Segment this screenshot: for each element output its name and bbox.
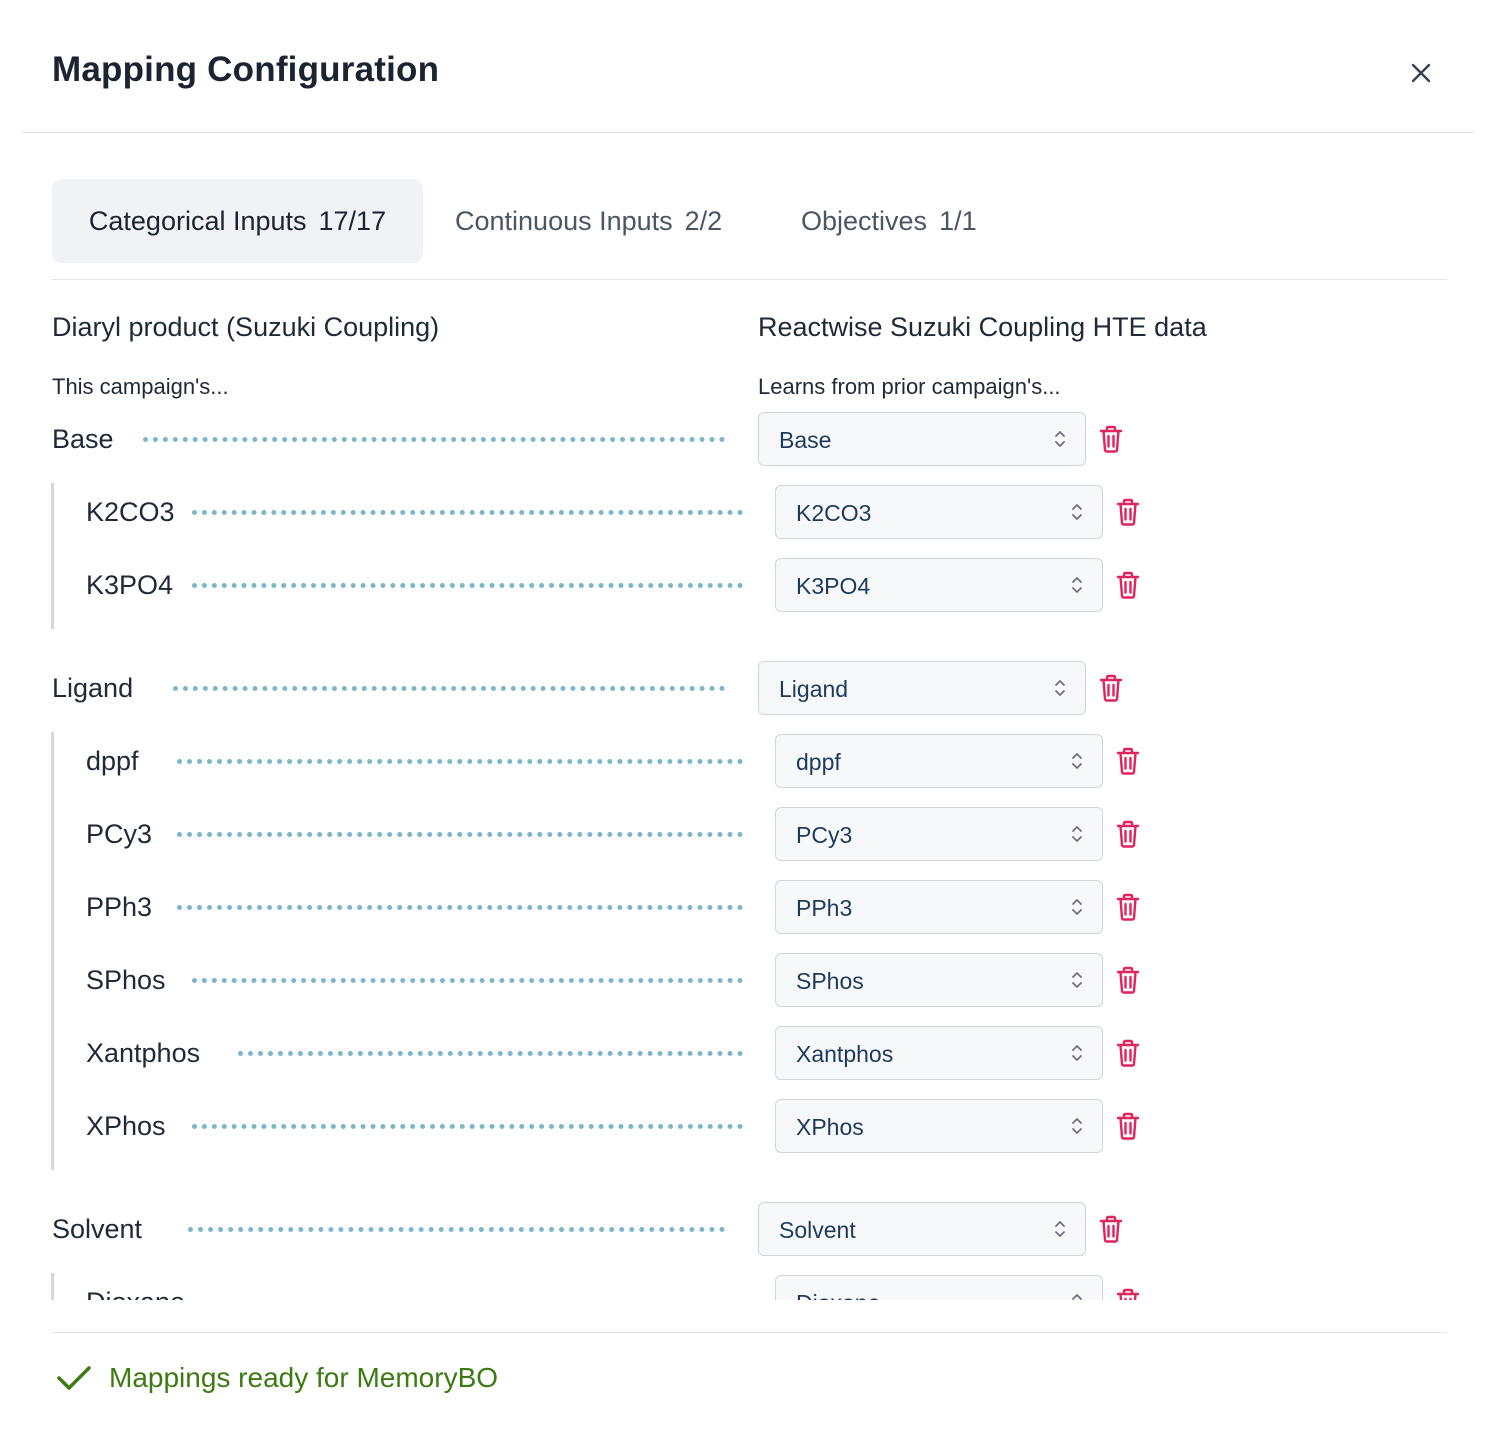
item-dppf-label: dppf	[86, 746, 139, 776]
item-dioxane-label: Dioxane	[86, 1284, 185, 1300]
source-campaign-subtitle: This campaign's...	[52, 374, 229, 399]
group-ligand-label: Ligand	[52, 673, 134, 703]
chevron-up-down-icon	[1070, 968, 1084, 992]
trash-icon[interactable]	[1115, 1112, 1141, 1140]
tab-bar: Categorical Inputs 17/17 Continuous Input…	[52, 179, 1447, 280]
item-k2co3-label: K2CO3	[86, 497, 175, 527]
mapping-connector	[188, 1227, 725, 1232]
mapping-connector	[176, 759, 743, 764]
check-icon	[57, 1366, 91, 1390]
trash-icon[interactable]	[1115, 966, 1141, 994]
trash-icon[interactable]	[1098, 674, 1124, 702]
trash-icon[interactable]	[1098, 425, 1124, 453]
item-pcy3-select[interactable]: PCy3	[775, 807, 1103, 861]
mapping-connector	[176, 832, 743, 837]
group-solvent-indent-bar	[51, 1273, 54, 1300]
item-xphos-label: XPhos	[86, 1111, 166, 1141]
group-solvent-select[interactable]: Solvent	[758, 1202, 1086, 1256]
item-dioxane-select[interactable]: Dioxane	[775, 1275, 1103, 1300]
item-pph3-select[interactable]: PPh3	[775, 880, 1103, 934]
item-sphos-select[interactable]: SPhos	[775, 953, 1103, 1007]
tab-label: Objectives	[801, 206, 928, 236]
status-text: Mappings ready for MemoryBO	[109, 1362, 499, 1393]
chevron-up-down-icon	[1070, 1290, 1084, 1300]
select-value: Ligand	[779, 676, 849, 702]
mapping-connector	[192, 583, 743, 588]
trash-icon[interactable]	[1115, 893, 1141, 921]
group-base-select[interactable]: Base	[758, 412, 1086, 466]
tab-count: 17/17	[318, 206, 387, 236]
item-xphos-select[interactable]: XPhos	[775, 1099, 1103, 1153]
select-value: SPhos	[796, 968, 864, 994]
group-base-label: Base	[52, 424, 114, 454]
footer-divider	[52, 1332, 1447, 1333]
mapping-connector	[192, 978, 743, 983]
chevron-up-down-icon	[1070, 1114, 1084, 1138]
trash-icon[interactable]	[1115, 571, 1141, 599]
item-xantphos-label: Xantphos	[86, 1038, 201, 1068]
dialog-title: Mapping Configuration	[52, 50, 440, 89]
trash-icon[interactable]	[1115, 498, 1141, 526]
mapping-list[interactable]: Base Base K2CO3 K2CO3 K3PO4 K3PO4 Ligand Ligand…	[0, 400, 1500, 1300]
target-campaign-title: Reactwise Suzuki Coupling HTE data	[758, 312, 1207, 342]
select-value: PCy3	[796, 822, 853, 848]
mapping-connector	[237, 1051, 743, 1056]
item-k2co3-select[interactable]: K2CO3	[775, 485, 1103, 539]
chevron-up-down-icon	[1070, 895, 1084, 919]
trash-icon[interactable]	[1115, 747, 1141, 775]
item-pph3-label: PPh3	[86, 892, 153, 922]
item-pcy3-label: PCy3	[86, 819, 153, 849]
select-value: Solvent	[779, 1217, 856, 1243]
mapping-connector	[192, 1124, 743, 1129]
chevron-up-down-icon	[1070, 573, 1084, 597]
group-solvent-label: Solvent	[52, 1214, 143, 1244]
tab-count: 2/2	[684, 206, 723, 236]
status-message: Mappings ready for MemoryBO	[55, 1358, 498, 1398]
select-value: PPh3	[796, 895, 853, 921]
mapping-connector	[176, 905, 743, 910]
tab-count: 1/1	[939, 206, 977, 236]
tab-label: Continuous Inputs	[455, 206, 673, 236]
trash-icon[interactable]	[1115, 1288, 1141, 1300]
group-ligand-indent-bar	[51, 732, 54, 1170]
mapping-connector	[142, 437, 725, 442]
select-value: Xantphos	[796, 1041, 894, 1067]
chevron-up-down-icon	[1070, 749, 1084, 773]
item-sphos-label: SPhos	[86, 965, 166, 995]
group-base-indent-bar	[51, 483, 54, 629]
source-campaign-title: Diaryl product (Suzuki Coupling)	[52, 312, 440, 342]
close-icon[interactable]	[1404, 56, 1438, 90]
item-dppf-select[interactable]: dppf	[775, 734, 1103, 788]
trash-icon[interactable]	[1115, 1039, 1141, 1067]
dialog-header: Mapping Configuration	[22, 0, 1474, 133]
group-ligand-select[interactable]: Ligand	[758, 661, 1086, 715]
item-k3po4-select[interactable]: K3PO4	[775, 558, 1103, 612]
tab-objectives[interactable]: Objectives 1/1	[801, 179, 977, 263]
mapping-connector	[192, 510, 743, 515]
mapping-connector	[173, 686, 725, 691]
chevron-up-down-icon	[1070, 500, 1084, 524]
tab-label: Categorical Inputs	[88, 206, 307, 236]
trash-icon[interactable]	[1098, 1215, 1124, 1243]
select-value: dppf	[796, 749, 841, 775]
select-value: XPhos	[796, 1114, 864, 1140]
item-xantphos-select[interactable]: Xantphos	[775, 1026, 1103, 1080]
select-value: K2CO3	[796, 500, 872, 526]
select-value: Base	[779, 427, 832, 453]
tab-continuous-inputs[interactable]: Continuous Inputs 2/2	[455, 179, 722, 263]
chevron-up-down-icon	[1053, 1217, 1067, 1241]
select-value: K3PO4	[796, 573, 871, 599]
target-campaign-subtitle: Learns from prior campaign's...	[758, 374, 1061, 399]
chevron-up-down-icon	[1053, 427, 1067, 451]
tab-categorical-inputs[interactable]: Categorical Inputs 17/17	[52, 179, 423, 263]
trash-icon[interactable]	[1115, 820, 1141, 848]
chevron-up-down-icon	[1070, 1041, 1084, 1065]
chevron-up-down-icon	[1053, 676, 1067, 700]
item-k3po4-label: K3PO4	[86, 570, 174, 600]
chevron-up-down-icon	[1070, 822, 1084, 846]
select-value: Dioxane	[796, 1276, 880, 1300]
